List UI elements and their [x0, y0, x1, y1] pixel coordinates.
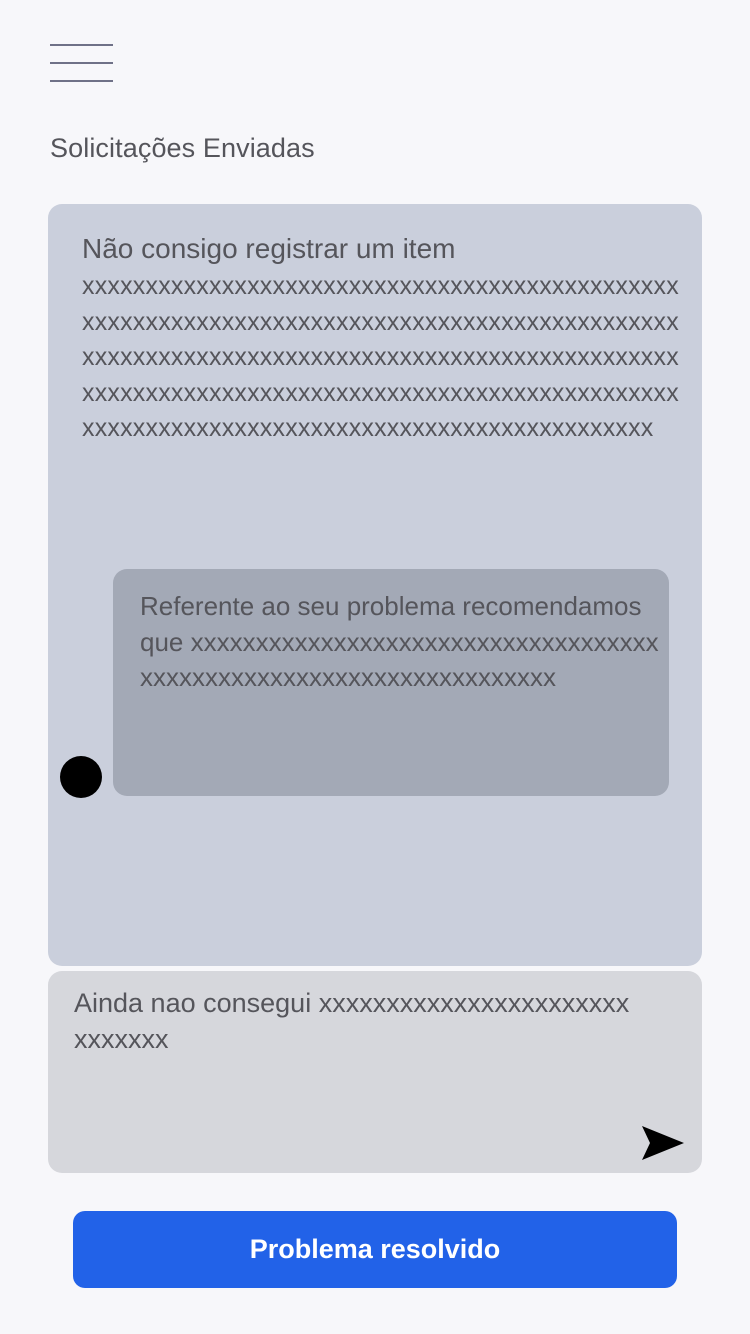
request-thread-card: Não consigo registrar um item xxxxxxxxxx…	[48, 204, 702, 966]
support-reply-bubble: Referente ao seu problema recomendamos q…	[113, 569, 669, 796]
send-button[interactable]	[640, 1124, 686, 1162]
send-arrow-icon	[642, 1126, 684, 1160]
support-reply-text: Referente ao seu problema recomendamos q…	[140, 591, 659, 692]
menu-line	[50, 80, 113, 82]
menu-line	[50, 44, 113, 46]
message-input[interactable]	[74, 985, 634, 1145]
menu-line	[50, 62, 113, 64]
request-title: Não consigo registrar um item	[82, 233, 456, 264]
page-title: Solicitações Enviadas	[50, 133, 315, 163]
request-body: xxxxxxxxxxxxxxxxxxxxxxxxxxxxxxxxxxxxxxxx…	[82, 272, 679, 442]
hamburger-menu-icon[interactable]	[50, 44, 113, 82]
support-avatar-dot	[60, 756, 102, 798]
message-compose-box[interactable]	[48, 971, 702, 1173]
problem-resolved-button[interactable]: Problema resolvido	[73, 1211, 677, 1288]
